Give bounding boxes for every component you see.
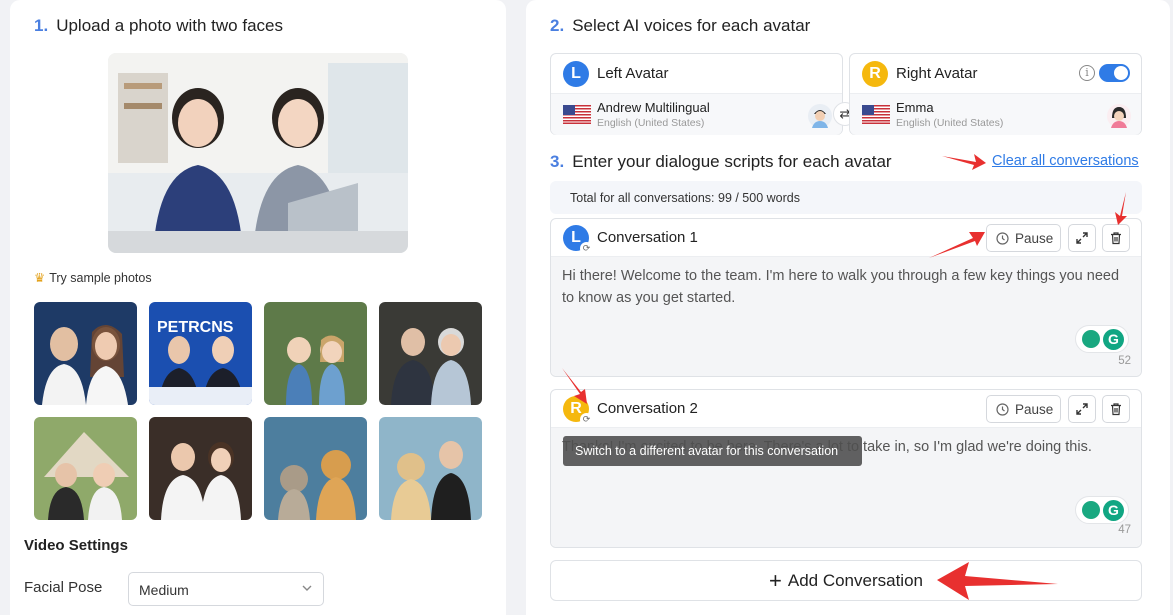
grammarly-icon: G — [1103, 329, 1124, 350]
right-avatar-name: Right Avatar — [896, 65, 978, 82]
left-voice-name: Andrew Multilingual — [597, 100, 710, 115]
word-count: 52 — [1118, 355, 1131, 367]
right-avatar-badge: R — [862, 61, 888, 87]
step-number: 3. — [550, 152, 565, 171]
trash-icon — [1111, 232, 1121, 245]
sample-photo-5[interactable] — [34, 417, 137, 520]
pause-label: Pause — [1015, 231, 1054, 246]
right-voice-selector[interactable]: Emma English (United States) — [850, 94, 1141, 135]
facial-pose-value: Medium — [139, 582, 189, 598]
refresh-icon: ⟳ — [580, 242, 593, 255]
conversation-header: R ⟳ Conversation 2 Pause — [551, 390, 1141, 428]
trash-icon — [1111, 403, 1121, 416]
clock-icon — [996, 232, 1009, 245]
clear-all-conversations-link[interactable]: Clear all conversations — [992, 153, 1139, 169]
sample-label-text: Try sample photos — [49, 271, 152, 285]
conversation-header: L ⟳ Conversation 1 Pause — [551, 219, 1141, 257]
switch-avatar-button[interactable]: L ⟳ — [563, 225, 593, 255]
sample-photo-8[interactable] — [379, 417, 482, 520]
avatar-toggle[interactable] — [1099, 64, 1130, 82]
male-avatar-icon — [808, 104, 832, 128]
delete-button[interactable] — [1102, 395, 1130, 423]
switch-avatar-tooltip: Switch to a different avatar for this co… — [563, 436, 862, 466]
word-count: 47 — [1118, 524, 1131, 536]
left-avatar-card[interactable]: L Left Avatar Andrew Multilingual Englis… — [550, 53, 843, 135]
lightbulb-icon: ♛ — [34, 271, 46, 285]
expand-icon — [1076, 403, 1088, 415]
lightbulb-icon — [1082, 330, 1100, 348]
left-voice-locale: English (United States) — [597, 117, 705, 129]
video-settings-title: Video Settings — [24, 537, 128, 554]
facial-pose-label: Facial Pose — [24, 579, 103, 596]
step-number: 1. — [34, 16, 49, 35]
step-number: 2. — [550, 16, 565, 35]
conversation-script-input[interactable]: Hi there! Welcome to the team. I'm here … — [551, 257, 1141, 376]
clock-icon — [996, 403, 1009, 416]
conversation-title: Conversation 2 — [597, 400, 698, 417]
toggle-knob — [1114, 66, 1128, 80]
sample-photo-3[interactable] — [264, 302, 367, 405]
upload-step-title: 1. Upload a photo with two faces — [34, 16, 283, 36]
conversation-card-2: R ⟳ Conversation 2 Pause Thanks! I'm exc… — [550, 389, 1142, 548]
sample-photo-2[interactable]: PETRCNS — [149, 302, 252, 405]
scripts-step-title: 3. Enter your dialogue scripts for each a… — [550, 152, 892, 172]
us-flag-icon — [563, 105, 591, 124]
expand-button[interactable] — [1068, 224, 1096, 252]
voices-step-title: 2. Select AI voices for each avatar — [550, 16, 810, 36]
avatar-badge-letter: L — [571, 229, 581, 246]
grammarly-icon: G — [1103, 500, 1124, 521]
sample-photo-1[interactable] — [34, 302, 137, 405]
word-total-bar: Total for all conversations: 99 / 500 wo… — [550, 181, 1142, 214]
conversation-card-1: L ⟳ Conversation 1 Pause Hi there! Welco… — [550, 218, 1142, 377]
plus-icon: + — [769, 568, 782, 593]
pause-button[interactable]: Pause — [986, 395, 1061, 423]
right-avatar-card[interactable]: R Right Avatar Emma English (United Stat… — [849, 53, 1142, 135]
expand-button[interactable] — [1068, 395, 1096, 423]
conversation-title: Conversation 1 — [597, 229, 698, 246]
step-text: Upload a photo with two faces — [56, 16, 283, 35]
left-avatar-badge: L — [563, 61, 589, 87]
add-conversation-label: Add Conversation — [787, 571, 923, 590]
refresh-icon: ⟳ — [580, 413, 593, 426]
sample-photo-7[interactable] — [264, 417, 367, 520]
conversation-text: Hi there! Welcome to the team. I'm here … — [562, 268, 1120, 306]
step-text: Enter your dialogue scripts for each ava… — [572, 152, 892, 171]
lightbulb-icon — [1082, 501, 1100, 519]
sample-photos-label: ♛ Try sample photos — [34, 270, 152, 285]
uploaded-photo[interactable] — [108, 53, 408, 253]
female-avatar-icon — [1107, 104, 1131, 128]
pause-button[interactable]: Pause — [986, 224, 1061, 252]
annotation-arrow — [1115, 192, 1127, 225]
right-voice-name: Emma — [896, 100, 934, 115]
writing-assistant[interactable]: G — [1075, 496, 1129, 524]
right-avatar-header: R Right Avatar — [850, 54, 1141, 94]
annotation-arrow — [942, 154, 986, 170]
left-avatar-name: Left Avatar — [597, 65, 669, 82]
annotation-arrow — [937, 562, 1058, 600]
sample-photo-6[interactable] — [149, 417, 252, 520]
sample-photo-4[interactable] — [379, 302, 482, 405]
annotation-arrow — [929, 232, 985, 258]
writing-assistant[interactable]: G — [1075, 325, 1129, 353]
expand-icon — [1076, 232, 1088, 244]
svg-text:PETRCNS: PETRCNS — [157, 319, 234, 336]
left-voice-selector[interactable]: Andrew Multilingual English (United Stat… — [551, 94, 842, 135]
annotation-arrow — [562, 368, 587, 404]
info-icon[interactable]: i — [1079, 65, 1095, 81]
chevron-down-icon — [301, 581, 313, 597]
delete-button[interactable] — [1102, 224, 1130, 252]
us-flag-icon — [862, 105, 890, 124]
left-avatar-header: L Left Avatar — [551, 54, 842, 94]
facial-pose-select[interactable]: Medium — [128, 572, 324, 606]
pause-label: Pause — [1015, 402, 1054, 417]
step-text: Select AI voices for each avatar — [572, 16, 811, 35]
right-voice-locale: English (United States) — [896, 117, 1004, 129]
